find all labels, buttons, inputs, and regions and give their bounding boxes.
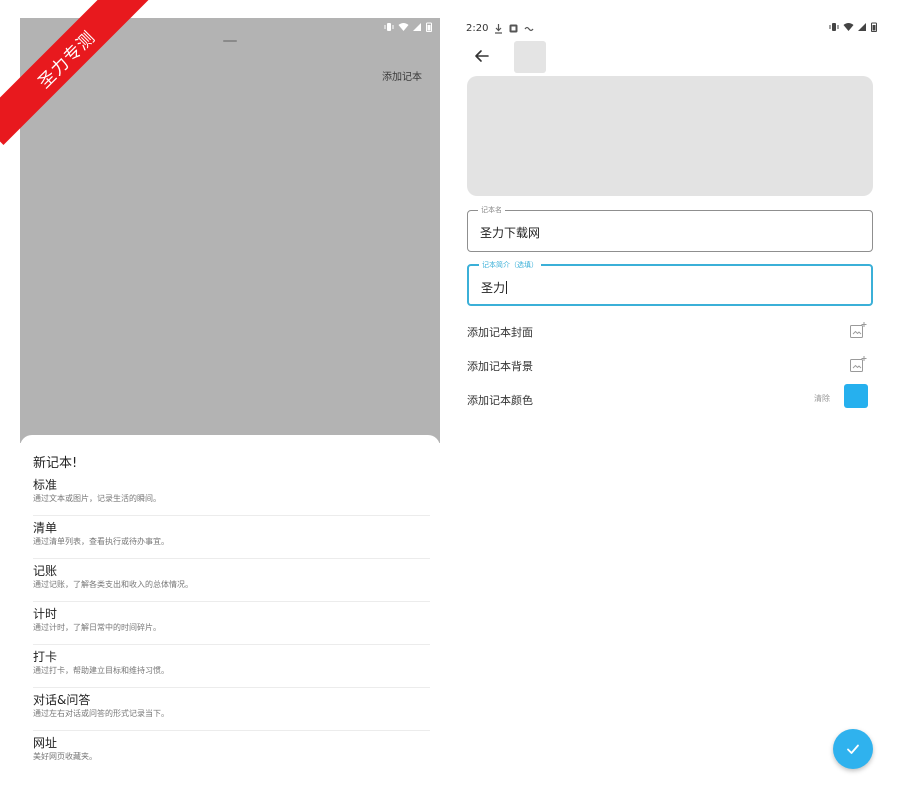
download-icon: [495, 23, 503, 34]
type-desc: 通过计时，了解日常中的时间碎片。: [33, 623, 161, 632]
status-time: 2:20: [466, 23, 489, 34]
intro-field-value: 圣力: [481, 281, 506, 295]
clear-color-button[interactable]: 清除: [814, 393, 830, 404]
signal-icon: [413, 23, 421, 31]
notebook-thumbnail[interactable]: [514, 41, 546, 73]
type-desc: 通过清单列表，查看执行或待办事宜。: [33, 537, 169, 546]
type-name: 对话&问答: [33, 693, 91, 707]
status-bar-left: 2:20: [466, 23, 534, 34]
wifi-icon: [398, 23, 409, 31]
app-notification-icon: [509, 24, 518, 33]
type-desc: 通过记账，了解各类支出和收入的总体情况。: [33, 580, 193, 589]
status-bar-icons: [384, 22, 432, 32]
type-name: 计时: [33, 607, 58, 621]
type-name: 标准: [33, 478, 58, 492]
battery-icon: [871, 22, 877, 32]
add-notebook-label: 添加记本: [382, 72, 422, 83]
battery-icon: [426, 22, 432, 32]
type-name: 清单: [33, 521, 58, 535]
link-icon: [524, 26, 534, 31]
name-field-label: 记本名: [478, 205, 505, 215]
type-item-dialogue[interactable]: 对话&问答 通过左右对话或问答的形式记录当下。: [33, 688, 430, 731]
vibrate-icon: [384, 23, 394, 31]
left-screen: 添加记本 新记本! 标准 通过文本或图片，记录生活的瞬间。 清单 通过清单列表，…: [20, 18, 440, 800]
new-notebook-sheet: 新记本! 标准 通过文本或图片，记录生活的瞬间。 清单 通过清单列表，查看执行或…: [20, 435, 440, 800]
name-field-value: 圣力下载网: [480, 226, 541, 240]
add-image-icon[interactable]: [849, 355, 867, 373]
notebook-name-field[interactable]: 记本名 圣力下载网: [467, 205, 873, 252]
type-desc: 通过左右对话或问答的形式记录当下。: [33, 709, 169, 718]
type-item-checkin[interactable]: 打卡 通过打卡，帮助建立目标和维持习惯。: [33, 645, 430, 688]
type-item-accounting[interactable]: 记账 通过记账，了解各类支出和收入的总体情况。: [33, 559, 430, 602]
dim-overlay[interactable]: [20, 18, 440, 443]
confirm-fab-button[interactable]: [833, 729, 873, 769]
type-item-checklist[interactable]: 清单 通过清单列表，查看执行或待办事宜。: [33, 516, 430, 559]
sheet-title: 新记本!: [33, 456, 78, 471]
check-icon: [847, 744, 859, 754]
add-background-row[interactable]: 添加记本背景: [467, 354, 873, 378]
add-image-icon[interactable]: [849, 321, 867, 339]
notebook-type-list: 标准 通过文本或图片，记录生活的瞬间。 清单 通过清单列表，查看执行或待办事宜。…: [33, 473, 430, 774]
notebook-intro-field[interactable]: 记本简介（选填） 圣力: [467, 260, 873, 306]
type-name: 记账: [33, 564, 58, 578]
color-swatch[interactable]: [844, 384, 868, 408]
add-background-label: 添加记本背景: [467, 360, 533, 373]
signal-icon: [858, 23, 866, 31]
add-color-label: 添加记本颜色: [467, 394, 533, 407]
type-desc: 通过打卡，帮助建立目标和维持习惯。: [33, 666, 169, 675]
intro-field-label: 记本简介（选填）: [479, 260, 541, 270]
type-item-url[interactable]: 网址 美好网页收藏夹。: [33, 731, 430, 774]
vibrate-icon: [829, 23, 839, 31]
add-color-row[interactable]: 添加记本颜色 清除: [467, 384, 873, 412]
intro-field-value-wrap: 圣力: [481, 279, 508, 296]
type-item-standard[interactable]: 标准 通过文本或图片，记录生活的瞬间。: [33, 473, 430, 516]
sheet-handle: [223, 40, 237, 42]
type-name: 网址: [33, 736, 58, 750]
right-screen: 2:20 记本名 圣力下载网 记本简介（选填） 圣力 添加记本封面 添加记本背景…: [460, 18, 885, 800]
type-name: 打卡: [33, 650, 58, 664]
add-cover-label: 添加记本封面: [467, 326, 533, 339]
wifi-icon: [843, 23, 854, 31]
type-item-timer[interactable]: 计时 通过计时，了解日常中的时间碎片。: [33, 602, 430, 645]
type-desc: 美好网页收藏夹。: [33, 752, 97, 761]
add-cover-row[interactable]: 添加记本封面: [467, 320, 873, 344]
cover-image-area[interactable]: [467, 76, 873, 196]
back-arrow-icon[interactable]: [472, 46, 492, 66]
text-caret: [506, 281, 508, 294]
status-bar-icons: [829, 22, 877, 32]
type-desc: 通过文本或图片，记录生活的瞬间。: [33, 494, 161, 503]
